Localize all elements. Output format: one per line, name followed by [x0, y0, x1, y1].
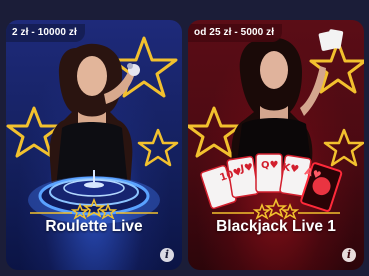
info-icon[interactable]: i: [342, 248, 356, 262]
info-icon[interactable]: i: [160, 248, 174, 262]
blackjack-live-1-card[interactable]: 10♥ J♥ Q♥ K♥ A♥ od 25 zł - 5000 zł Black…: [188, 20, 364, 270]
roulette-wheel-icon: [28, 170, 160, 224]
game-lobby: 2 zł - 10000 zł Roulette Live i 10♥ J♥ Q…: [0, 0, 369, 276]
dealer-figure: [49, 43, 140, 188]
decorative-star-icon: [137, 128, 179, 167]
stake-range-badge: 2 zł - 10000 zł: [6, 24, 85, 42]
stake-range-badge: od 25 zł - 5000 zł: [188, 24, 283, 42]
dealer-figure: [231, 29, 344, 170]
card-rank-label: J♥: [239, 162, 254, 175]
game-title: Roulette Live: [45, 218, 143, 235]
roulette-live-card[interactable]: 2 zł - 10000 zł Roulette Live i: [6, 20, 182, 270]
game-title: Blackjack Live 1: [216, 218, 336, 235]
decorative-star-icon: [323, 128, 364, 167]
card-rank-label: Q♥: [261, 160, 279, 171]
